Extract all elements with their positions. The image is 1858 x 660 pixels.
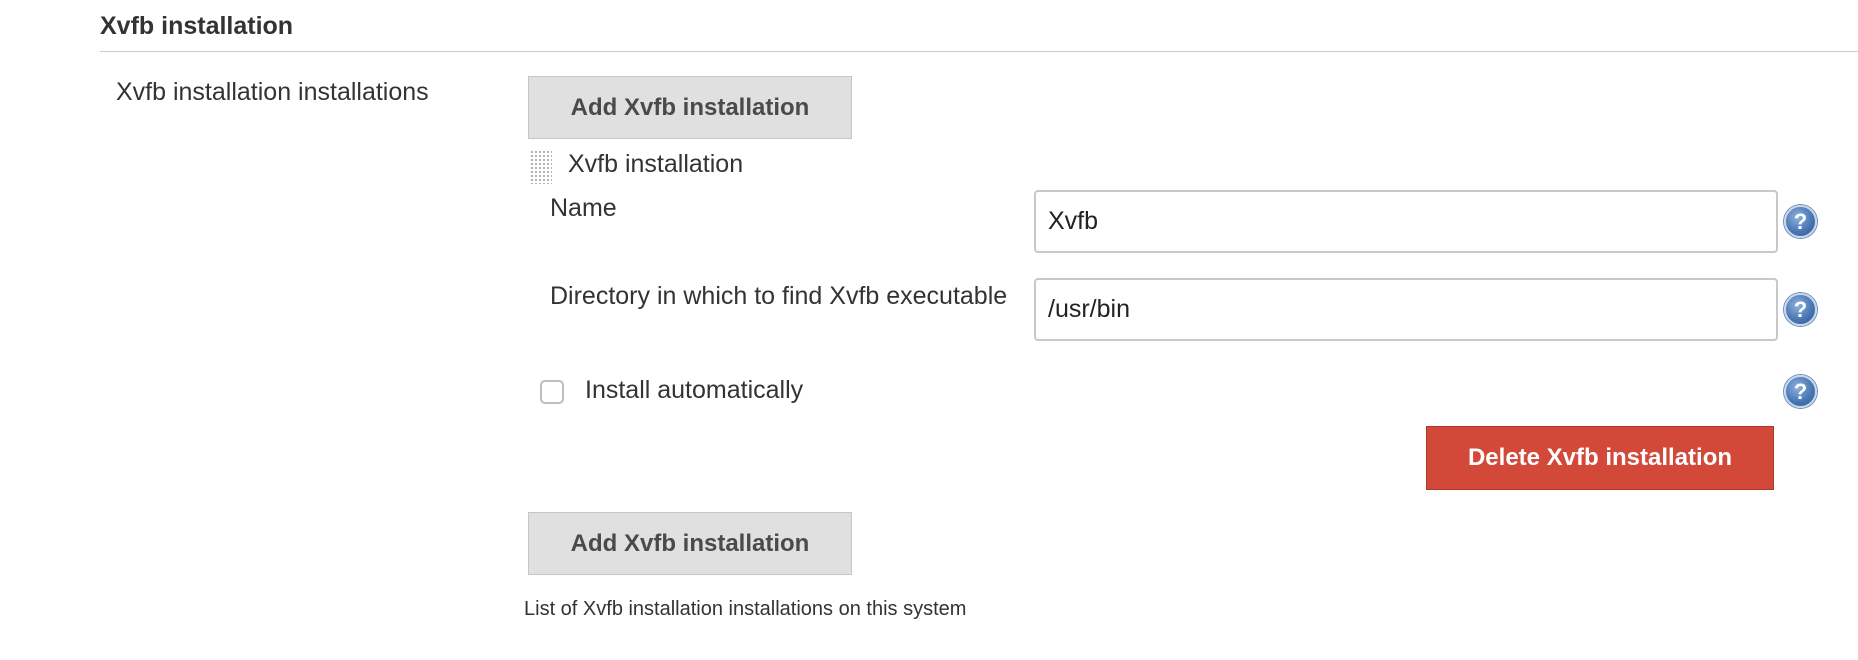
section-title: Xvfb installation: [100, 12, 294, 40]
install-automatically-label[interactable]: Install automatically: [585, 376, 803, 405]
install-automatically-checkbox[interactable]: [540, 380, 564, 404]
installations-label: Xvfb installation installations: [116, 78, 429, 106]
directory-label: Directory in which to find Xvfb executab…: [550, 282, 1008, 310]
installations-help-text: List of Xvfb installation installations …: [524, 598, 967, 620]
installation-item-title: Xvfb installation: [568, 150, 744, 178]
name-help-icon[interactable]: ?: [1784, 205, 1817, 238]
drag-handle-icon[interactable]: [530, 150, 552, 184]
add-installation-button-top[interactable]: Add Xvfb installation: [528, 76, 852, 139]
install-automatically-help-icon[interactable]: ?: [1784, 375, 1817, 408]
section-header: Xvfb installation: [100, 10, 1858, 52]
delete-installation-button[interactable]: Delete Xvfb installation: [1426, 426, 1774, 490]
add-installation-button-bottom[interactable]: Add Xvfb installation: [528, 512, 852, 575]
name-input[interactable]: [1034, 190, 1778, 253]
directory-input[interactable]: [1034, 278, 1778, 341]
name-label: Name: [550, 194, 617, 222]
directory-help-icon[interactable]: ?: [1784, 293, 1817, 326]
